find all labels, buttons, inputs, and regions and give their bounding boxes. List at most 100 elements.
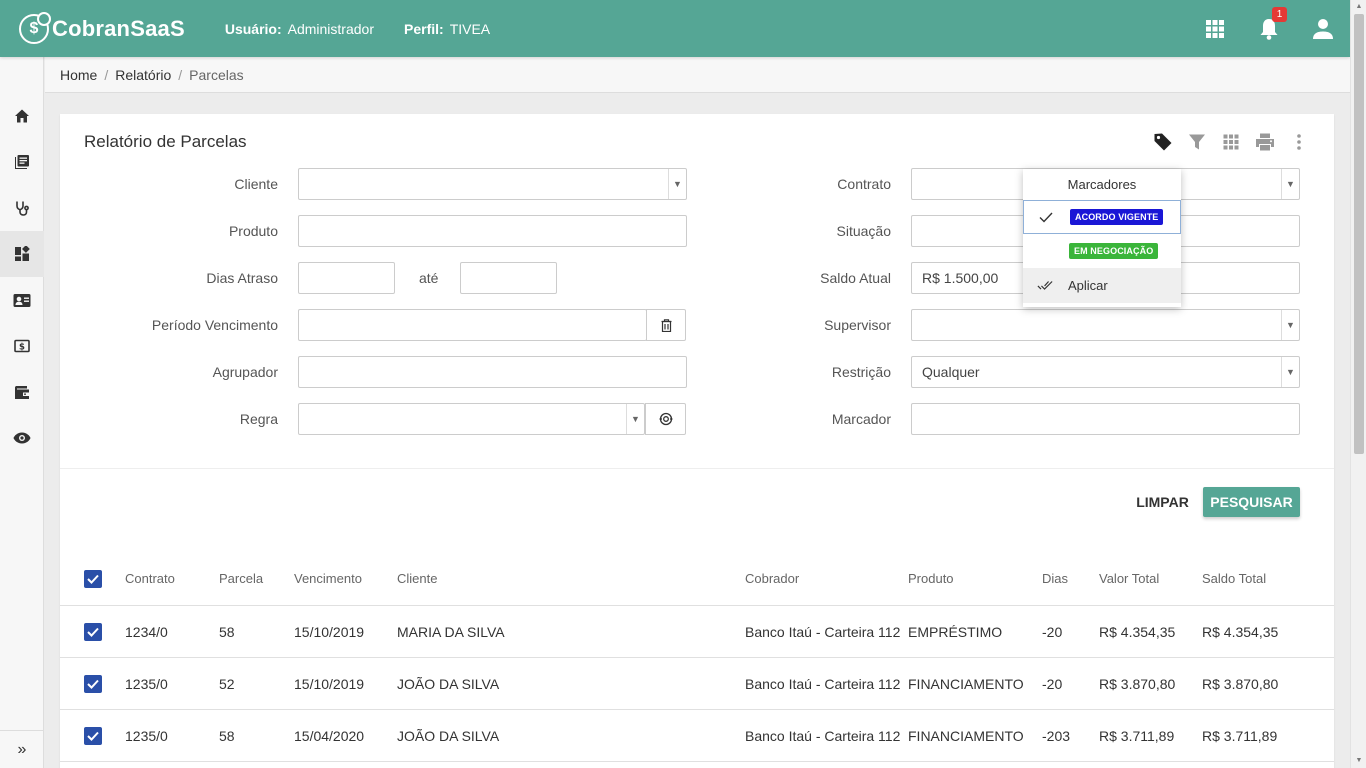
sidebar-item-stethoscope[interactable] (0, 185, 44, 231)
table-row[interactable]: 1234/0 58 15/10/2019 MARIA DA SILVA Banc… (60, 606, 1334, 658)
cell-dias: -20 (1042, 623, 1063, 640)
dias-atraso-label: Dias Atraso (206, 270, 278, 286)
cell-valor-total: R$ 4.354,35 (1099, 623, 1176, 640)
chevron-down-icon[interactable]: ▼ (1281, 310, 1299, 340)
checkbox-checked-icon (84, 674, 102, 693)
column-header-cobrador[interactable]: Cobrador (745, 552, 799, 605)
column-header-cliente[interactable]: Cliente (397, 552, 437, 605)
tag-label: EM NEGOCIAÇÃO (1069, 243, 1159, 259)
row-checkbox[interactable] (84, 606, 102, 657)
filter-icon (1189, 134, 1205, 150)
user-icon (1313, 18, 1333, 39)
grid-icon (1223, 134, 1239, 150)
breadcrumb-relatorio[interactable]: Relatório (115, 67, 171, 83)
filter-button[interactable] (1180, 130, 1214, 154)
contact-card-icon (13, 293, 31, 307)
notifications-button[interactable]: 1 (1242, 0, 1296, 57)
columns-button[interactable] (1214, 130, 1248, 154)
printer-icon (1256, 133, 1274, 151)
sidebar-expand-button[interactable]: » (0, 730, 44, 768)
tag-option-acordo-vigente[interactable]: ACORDO VIGENTE (1023, 200, 1181, 234)
cliente-select[interactable]: ▼ (298, 168, 687, 200)
ate-label: até (419, 270, 439, 286)
clear-button[interactable]: LIMPAR (1130, 487, 1195, 517)
column-header-dias[interactable]: Dias (1042, 552, 1068, 605)
column-header-parcela[interactable]: Parcela (219, 552, 263, 605)
cell-produto: FINANCIAMENTO (908, 675, 1024, 692)
agrupador-input[interactable] (298, 356, 687, 388)
sidebar-item-home[interactable] (0, 93, 44, 139)
sidebar-item-contacts[interactable] (0, 277, 44, 323)
table-row[interactable]: 1235/0 52 15/10/2019 JOÃO DA SILVA Banco… (60, 658, 1334, 710)
chevron-down-icon[interactable]: ▼ (1281, 169, 1299, 199)
cell-produto: EMPRÉSTIMO (908, 623, 1003, 640)
page-scrollbar[interactable]: ▲ ▼ (1350, 0, 1366, 768)
cell-dias: -203 (1042, 727, 1071, 744)
home-icon (15, 109, 29, 123)
trash-icon (661, 318, 671, 332)
cliente-label: Cliente (234, 176, 278, 192)
book-icon (15, 155, 29, 169)
sidebar-item-dashboard[interactable] (0, 231, 44, 277)
cell-dias: -20 (1042, 675, 1063, 692)
chevron-down-icon[interactable]: ▼ (626, 404, 644, 434)
cell-parcela: 58 (219, 727, 235, 744)
dias-atraso-from-input[interactable] (298, 262, 395, 294)
restricao-value: Qualquer (922, 364, 980, 380)
notification-badge: 1 (1272, 7, 1287, 22)
sidebar-item-money[interactable]: $ (0, 323, 44, 369)
app-logo[interactable]: $ CobranSaaS (19, 11, 185, 44)
regra-view-button[interactable] (645, 403, 686, 435)
top-bar: $ CobranSaaS Usuário: Administrador Perf… (0, 0, 1350, 57)
regra-label: Regra (239, 411, 278, 427)
sidebar-item-eye[interactable] (0, 415, 44, 461)
regra-select[interactable]: ▼ (298, 403, 645, 435)
column-header-valor-total[interactable]: Valor Total (1099, 552, 1159, 605)
produto-input[interactable] (298, 215, 687, 247)
column-header-contrato[interactable]: Contrato (125, 552, 175, 605)
breadcrumb-home[interactable]: Home (60, 67, 97, 83)
wallet-icon (15, 385, 29, 399)
agrupador-label: Agrupador (212, 364, 278, 380)
search-button[interactable]: PESQUISAR (1203, 487, 1300, 517)
cell-produto: FINANCIAMENTO (908, 727, 1024, 744)
checkbox-checked-icon (84, 622, 102, 641)
chevron-down-icon[interactable]: ▼ (1281, 357, 1299, 387)
sidebar-item-wallet[interactable] (0, 369, 44, 415)
apps-grid-button[interactable] (1188, 0, 1242, 57)
user-menu-button[interactable] (1296, 0, 1350, 57)
row-checkbox[interactable] (84, 658, 102, 709)
more-options-button[interactable] (1282, 130, 1316, 154)
logo-icon: $ (19, 11, 51, 44)
check-icon (1038, 210, 1054, 224)
apply-tags-button[interactable]: Aplicar (1023, 268, 1181, 303)
scroll-up-arrow[interactable]: ▲ (1351, 0, 1366, 14)
restricao-select[interactable]: Qualquer ▼ (911, 356, 1300, 388)
scroll-down-arrow[interactable]: ▼ (1351, 754, 1366, 768)
column-header-vencimento[interactable]: Vencimento (294, 552, 362, 605)
row-checkbox[interactable] (84, 710, 102, 761)
cell-saldo-total: R$ 3.870,80 (1202, 675, 1279, 692)
scroll-thumb[interactable] (1354, 14, 1364, 454)
cell-cobrador: Banco Itaú - Carteira 112 (745, 675, 901, 692)
tag-label: ACORDO VIGENTE (1070, 209, 1164, 225)
tag-option-em-negociacao[interactable]: EM NEGOCIAÇÃO (1023, 234, 1181, 268)
user-label: Usuário: (224, 20, 282, 37)
supervisor-select[interactable]: ▼ (911, 309, 1300, 341)
tags-button[interactable] (1146, 130, 1180, 154)
money-icon: $ (14, 339, 30, 353)
chevron-down-icon[interactable]: ▼ (668, 169, 686, 199)
table-row[interactable]: 1235/0 58 15/04/2020 JOÃO DA SILVA Banco… (60, 710, 1334, 762)
marcador-input[interactable] (911, 403, 1300, 435)
column-header-saldo-total[interactable]: Saldo Total (1202, 552, 1266, 605)
column-header-produto[interactable]: Produto (908, 552, 954, 605)
print-button[interactable] (1248, 130, 1282, 154)
select-all-checkbox[interactable] (84, 552, 102, 605)
sidebar-item-book[interactable] (0, 139, 44, 185)
periodo-vencimento-input[interactable] (298, 309, 647, 341)
cell-valor-total: R$ 3.711,89 (1099, 727, 1175, 744)
dias-atraso-to-input[interactable] (460, 262, 557, 294)
clear-period-button[interactable] (646, 309, 686, 341)
cell-valor-total: R$ 3.870,80 (1099, 675, 1176, 692)
apps-grid-icon (1206, 19, 1224, 38)
